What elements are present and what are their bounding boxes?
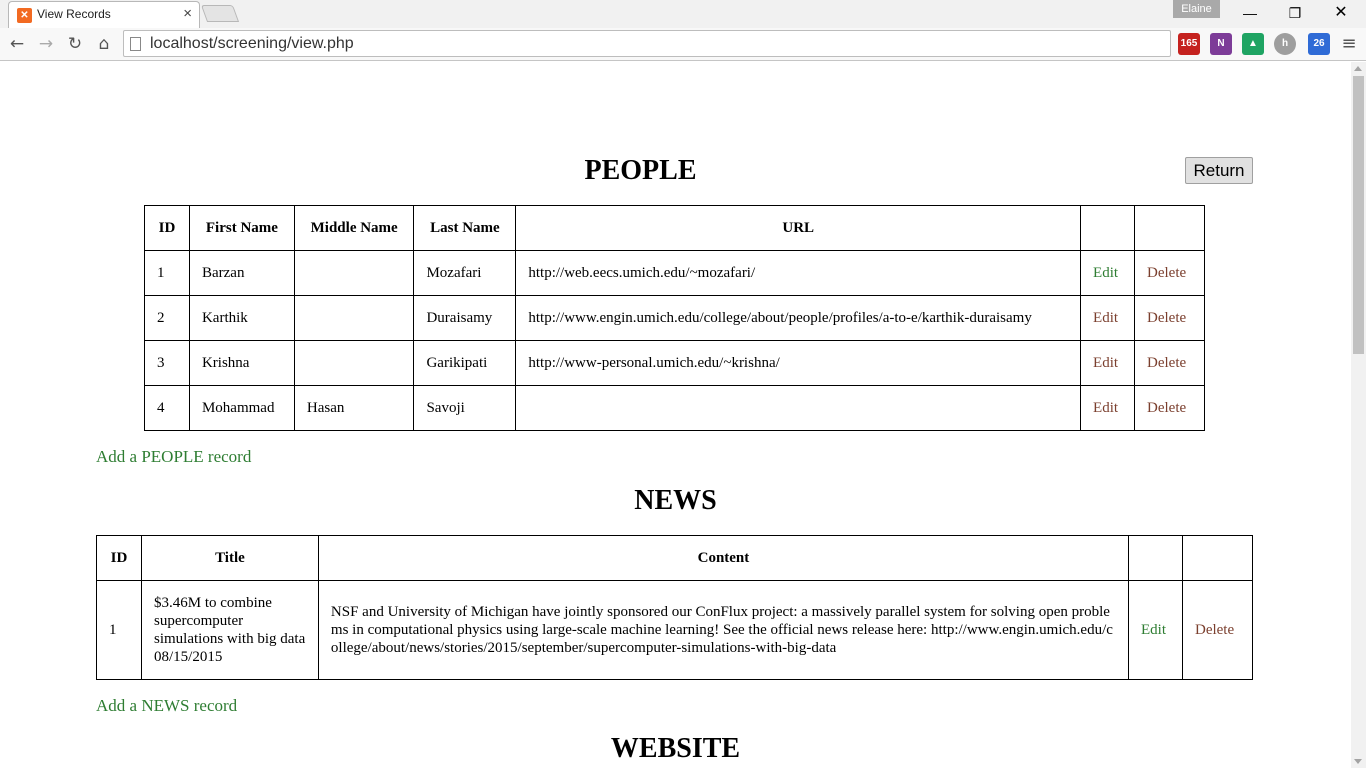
table-row: 4 Mohammad Hasan Savoji Edit Delete bbox=[144, 385, 1205, 431]
column-header: Last Name bbox=[413, 205, 517, 251]
cell-url: http://web.eecs.umich.edu/~mozafari/ bbox=[515, 250, 1082, 296]
column-header bbox=[1128, 535, 1183, 581]
scroll-down-icon[interactable] bbox=[1354, 759, 1362, 764]
vertical-scrollbar[interactable] bbox=[1351, 62, 1366, 768]
people-table: ID First Name Middle Name Last Name URL … bbox=[144, 205, 1205, 431]
news-heading: NEWS bbox=[634, 485, 717, 516]
delete-link[interactable]: Delete bbox=[1147, 400, 1186, 416]
cell-middle-name bbox=[293, 250, 415, 296]
cell-middle-name: Hasan bbox=[293, 385, 415, 431]
cell-middle-name bbox=[293, 295, 415, 341]
browser-toolbar: ← → ↻ ⌂ localhost/screening/view.php 165… bbox=[0, 28, 1366, 61]
edit-link[interactable]: Edit bbox=[1093, 265, 1118, 281]
cell-url: http://www-personal.umich.edu/~krishna/ bbox=[515, 340, 1082, 386]
table-row: 1 $3.46M to combine supercomputer simula… bbox=[96, 580, 1254, 680]
delete-link[interactable]: Delete bbox=[1147, 265, 1186, 281]
cell-first-name: Mohammad bbox=[188, 385, 295, 431]
scroll-thumb[interactable] bbox=[1353, 76, 1364, 354]
column-header: ID bbox=[96, 535, 142, 581]
column-header bbox=[1080, 205, 1135, 251]
new-tab-button[interactable] bbox=[200, 5, 240, 22]
add-people-link[interactable]: Add a PEOPLE record bbox=[96, 447, 251, 467]
cell-id: 1 bbox=[144, 250, 190, 296]
column-header: Content bbox=[317, 535, 1130, 581]
table-row: 1 Barzan Mozafari http://web.eecs.umich.… bbox=[144, 250, 1205, 296]
table-row: 3 Krishna Garikipati http://www-personal… bbox=[144, 340, 1205, 386]
title-bar: ✕ View Records × Elaine — ❐ ✕ bbox=[0, 0, 1366, 28]
cell-url: http://www.engin.umich.edu/college/about… bbox=[515, 295, 1082, 341]
address-bar[interactable]: localhost/screening/view.php bbox=[123, 30, 1171, 57]
people-heading: PEOPLE bbox=[584, 155, 697, 186]
h-icon[interactable]: h bbox=[1274, 33, 1296, 55]
edit-link[interactable]: Edit bbox=[1141, 622, 1166, 638]
edit-link[interactable]: Edit bbox=[1093, 355, 1118, 371]
cell-id: 2 bbox=[144, 295, 190, 341]
restore-icon[interactable]: ❐ bbox=[1272, 2, 1318, 24]
column-header: ID bbox=[144, 205, 190, 251]
cell-last-name: Garikipati bbox=[413, 340, 517, 386]
xampp-favicon-icon: ✕ bbox=[17, 8, 32, 23]
drive-icon[interactable]: ▲ bbox=[1242, 33, 1264, 55]
tab-title: View Records bbox=[37, 7, 111, 21]
edit-link[interactable]: Edit bbox=[1093, 400, 1118, 416]
add-news-link[interactable]: Add a NEWS record bbox=[96, 696, 237, 716]
home-icon[interactable]: ⌂ bbox=[92, 32, 116, 56]
edit-link[interactable]: Edit bbox=[1093, 310, 1118, 326]
gmail-icon[interactable]: 165 bbox=[1178, 33, 1200, 55]
table-header-row: ID Title Content bbox=[96, 535, 1254, 581]
cell-id: 1 bbox=[96, 580, 142, 680]
return-button[interactable]: Return bbox=[1185, 157, 1253, 184]
page-icon bbox=[130, 37, 141, 51]
cell-first-name: Barzan bbox=[188, 250, 295, 296]
delete-link[interactable]: Delete bbox=[1147, 355, 1186, 371]
column-header: Title bbox=[140, 535, 319, 581]
tab-close-icon[interactable]: × bbox=[183, 5, 192, 22]
reload-icon[interactable]: ↻ bbox=[63, 32, 87, 56]
column-header: URL bbox=[515, 205, 1082, 251]
table-row: 2 Karthik Duraisamy http://www.engin.umi… bbox=[144, 295, 1205, 341]
close-window-icon[interactable]: ✕ bbox=[1318, 2, 1364, 24]
cell-last-name: Duraisamy bbox=[413, 295, 517, 341]
onenote-icon[interactable]: N bbox=[1210, 33, 1232, 55]
cell-url bbox=[515, 385, 1082, 431]
profile-badge[interactable]: Elaine bbox=[1173, 0, 1220, 18]
cell-last-name: Savoji bbox=[413, 385, 517, 431]
news-table: ID Title Content 1 $3.46M to combine sup… bbox=[96, 535, 1254, 680]
page-viewport: PEOPLE Return ID First Name Middle Name … bbox=[0, 62, 1351, 768]
column-header bbox=[1134, 205, 1205, 251]
cell-id: 4 bbox=[144, 385, 190, 431]
screen-icon[interactable]: 26 bbox=[1308, 33, 1330, 55]
table-header-row: ID First Name Middle Name Last Name URL bbox=[144, 205, 1205, 251]
menu-icon[interactable]: ≡ bbox=[1339, 33, 1359, 55]
browser-tab[interactable]: ✕ View Records × bbox=[8, 1, 200, 28]
cell-middle-name bbox=[293, 340, 415, 386]
website-heading: WEBSITE bbox=[610, 733, 741, 764]
cell-content: NSF and University of Michigan have join… bbox=[317, 580, 1130, 680]
minimize-icon[interactable]: — bbox=[1227, 2, 1273, 24]
cell-id: 3 bbox=[144, 340, 190, 386]
delete-link[interactable]: Delete bbox=[1147, 310, 1186, 326]
column-header bbox=[1181, 535, 1254, 581]
cell-title: $3.46M to combine supercomputer simulati… bbox=[140, 580, 319, 680]
delete-link[interactable]: Delete bbox=[1195, 622, 1234, 638]
forward-icon[interactable]: → bbox=[34, 32, 58, 56]
column-header: First Name bbox=[188, 205, 295, 251]
address-url[interactable]: localhost/screening/view.php bbox=[150, 35, 354, 53]
column-header: Middle Name bbox=[293, 205, 415, 251]
back-icon[interactable]: ← bbox=[5, 32, 29, 56]
cell-first-name: Karthik bbox=[188, 295, 295, 341]
cell-last-name: Mozafari bbox=[413, 250, 517, 296]
scroll-up-icon[interactable] bbox=[1354, 66, 1362, 71]
cell-first-name: Krishna bbox=[188, 340, 295, 386]
